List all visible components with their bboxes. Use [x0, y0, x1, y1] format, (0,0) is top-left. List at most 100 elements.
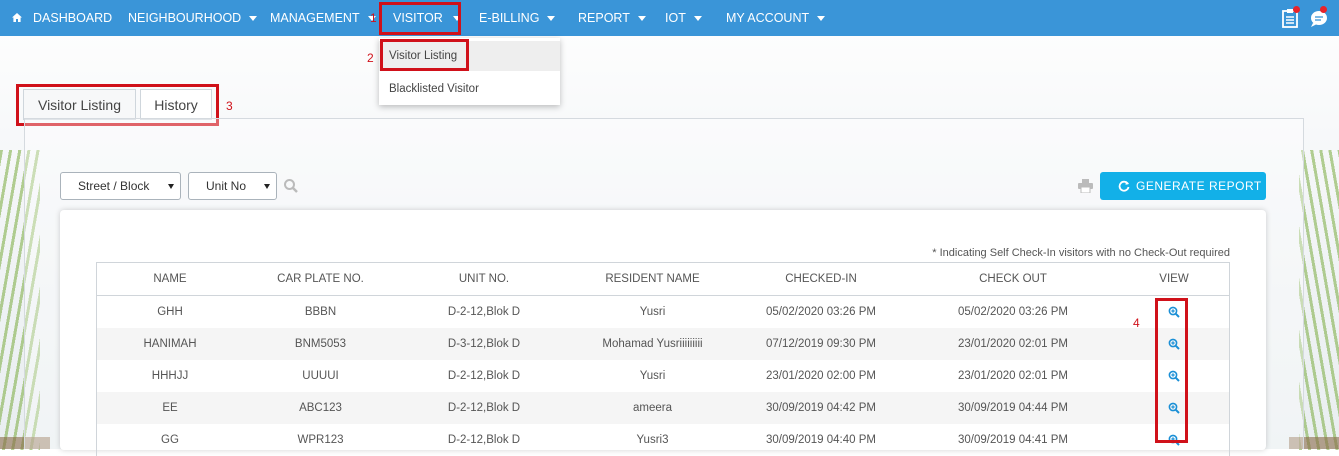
nav-visitor-label: VISITOR: [393, 11, 443, 25]
tab-history[interactable]: History: [140, 89, 212, 120]
cell-name: GHH: [157, 306, 183, 318]
top-navbar: DASHBOARD NEIGHBOURHOOD MANAGEMENT VISIT…: [0, 0, 1339, 36]
column-header-view: VIEW: [1119, 262, 1230, 296]
refresh-icon: [1118, 180, 1130, 192]
cell-car-plate: BNM5053: [243, 328, 398, 360]
chevron-down-icon: [637, 16, 646, 22]
table-header-row: NAME CAR PLATE NO. UNIT NO. RESIDENT NAM…: [96, 262, 1230, 296]
nav-neighbourhood-label: NEIGHBOURHOOD: [128, 11, 242, 25]
zoom-in-icon[interactable]: [1168, 338, 1180, 350]
cell-view: [1119, 328, 1230, 360]
chevron-down-icon: [693, 16, 702, 22]
cell-resident-name: Yusri3: [636, 434, 669, 446]
street-block-select[interactable]: Street / Block: [60, 172, 181, 200]
visitor-table: NAME CAR PLATE NO. UNIT NO. RESIDENT NAM…: [96, 262, 1230, 456]
unit-no-select[interactable]: Unit No: [188, 172, 277, 200]
chevron-down-icon: [817, 16, 826, 22]
annotation-number: 3: [226, 99, 233, 113]
cell-name: EE: [96, 392, 243, 424]
cell-name: GG: [161, 434, 179, 446]
street-block-select-value: Street / Block: [78, 179, 150, 193]
column-header-car-plate: CAR PLATE NO.: [243, 262, 398, 296]
home-icon: [12, 13, 22, 22]
column-header-checked-in: CHECKED-IN: [735, 262, 907, 296]
self-checkin-note: * Indicating Self Check-In visitors with…: [932, 247, 1230, 259]
column-header-check-out: CHECK OUT: [907, 262, 1119, 296]
nav-report[interactable]: REPORT: [578, 0, 646, 36]
nav-dashboard-label: DASHBOARD: [33, 11, 113, 25]
cell-car-plate: WPR123: [297, 434, 344, 446]
cell-checked-in: 30/09/2019 04:42 PM: [735, 392, 907, 424]
unit-no-select-value: Unit No: [206, 179, 247, 193]
chevron-down-icon: [168, 184, 174, 189]
cell-resident-name: Yusri: [639, 370, 666, 382]
search-icon[interactable]: [283, 178, 299, 194]
cell-check-out: 30/09/2019 04:44 PM: [907, 392, 1119, 424]
notification-dot: [1293, 6, 1300, 13]
nav-dashboard[interactable]: DASHBOARD: [33, 0, 112, 36]
cell-check-out: 23/01/2020 02:01 PM: [958, 370, 1068, 382]
cell-check-out: 30/09/2019 04:41 PM: [958, 434, 1068, 446]
nav-iot[interactable]: IOT: [665, 0, 702, 36]
notification-dot: [1320, 6, 1327, 13]
cell-checked-in: 30/09/2019 04:40 PM: [766, 434, 876, 446]
nav-report-label: REPORT: [578, 11, 630, 25]
column-header-name: NAME: [96, 262, 243, 296]
chevron-down-icon: [452, 16, 461, 22]
table-row: HANIMAH BNM5053 D-3-12,Blok D Mohamad Yusri…: [96, 328, 1230, 360]
cell-unit-no: D-2-12,Blok D: [447, 306, 521, 318]
table-row: GHH BBBN D-2-12,Blok D Yusri 05/02/2020 03:2…: [97, 296, 1230, 329]
cell-car-plate: BBBN: [304, 306, 337, 318]
cell-check-out: 05/02/2020 03:26 PM: [958, 306, 1068, 318]
chevron-down-icon: [249, 16, 258, 22]
cell-check-out: 23/01/2020 02:01 PM: [907, 328, 1119, 360]
print-icon[interactable]: [1078, 179, 1093, 193]
generate-report-button[interactable]: GENERATE REPORT: [1100, 172, 1266, 200]
nav-e-billing[interactable]: E-BILLING: [479, 0, 556, 36]
nav-my-account-label: MY ACCOUNT: [726, 11, 810, 25]
cell-resident-name: Mohamad Yusriiiiiiiii: [570, 328, 735, 360]
cell-checked-in: 23/01/2020 02:00 PM: [766, 370, 876, 382]
chevron-down-icon: [264, 184, 270, 189]
cell-unit-no: D-2-12,Blok D: [447, 370, 521, 382]
cell-name: HANIMAH: [96, 328, 243, 360]
nav-neighbourhood[interactable]: NEIGHBOURHOOD: [128, 0, 258, 36]
table-row: HHHJJ UUUUI D-2-12,Blok D Yusri 23/01/2020 0…: [97, 360, 1230, 392]
background-grass-right: [1299, 150, 1339, 450]
cell-car-plate: UUUUI: [302, 370, 339, 382]
visitor-table-card: * Indicating Self Check-In visitors with…: [60, 210, 1266, 456]
chevron-down-icon: [547, 16, 556, 22]
cell-car-plate: ABC123: [243, 392, 398, 424]
cell-view: [1119, 392, 1230, 424]
cell-view: [1119, 360, 1230, 392]
zoom-in-icon[interactable]: [1168, 402, 1180, 414]
table-row: GG WPR123 D-2-12,Blok D Yusri3 30/09/2019 04…: [97, 424, 1230, 456]
menu-item-blacklisted-visitor[interactable]: Blacklisted Visitor: [379, 74, 560, 104]
nav-management[interactable]: MANAGEMENT: [270, 0, 376, 36]
cell-unit-no: D-2-12,Blok D: [398, 392, 570, 424]
cell-resident-name: Yusri: [639, 306, 666, 318]
column-header-resident-name: RESIDENT NAME: [570, 262, 735, 296]
nav-visitor[interactable]: VISITOR: [393, 0, 461, 36]
table-row: EE ABC123 D-2-12,Blok Dameera 30/09/2019 04…: [96, 392, 1230, 424]
cell-resident-name: ameera: [570, 392, 735, 424]
nav-my-account[interactable]: MY ACCOUNT: [726, 0, 826, 36]
tab-visitor-listing[interactable]: Visitor Listing: [23, 89, 136, 120]
zoom-in-icon[interactable]: [1168, 306, 1180, 318]
zoom-in-icon[interactable]: [1168, 370, 1180, 382]
menu-item-visitor-listing[interactable]: Visitor Listing: [379, 41, 560, 71]
nav-management-label: MANAGEMENT: [270, 11, 360, 25]
visitor-dropdown-menu: Visitor Listing Blacklisted Visitor: [379, 38, 560, 105]
cell-checked-in: 07/12/2019 09:30 PM: [735, 328, 907, 360]
cell-name: HHHJJ: [151, 370, 189, 382]
cell-unit-no: D-3-12,Blok D: [398, 328, 570, 360]
cell-unit-no: D-2-12,Blok D: [447, 434, 521, 446]
generate-report-label: GENERATE REPORT: [1136, 179, 1262, 193]
nav-iot-label: IOT: [665, 11, 686, 25]
cell-checked-in: 05/02/2020 03:26 PM: [766, 306, 876, 318]
zoom-in-icon[interactable]: [1168, 434, 1180, 446]
cell-view: [1119, 424, 1230, 456]
nav-e-billing-label: E-BILLING: [479, 11, 540, 25]
annotation-number: 1: [370, 11, 377, 25]
annotation-number: 4: [1133, 316, 1140, 330]
